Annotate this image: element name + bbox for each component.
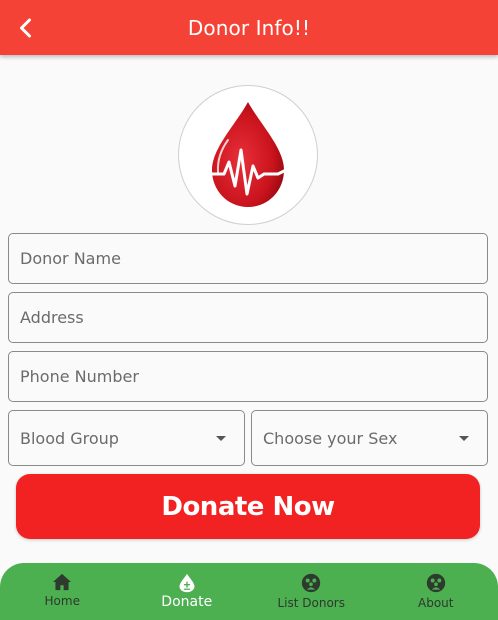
blood-group-label: Blood Group	[20, 428, 119, 448]
app-logo	[178, 85, 318, 225]
nav-label-donate: Donate	[161, 594, 213, 610]
nav-label-about: About	[418, 596, 454, 610]
home-icon	[53, 573, 72, 591]
nav-item-donate[interactable]: Donate	[125, 563, 250, 620]
blood-drop-icon	[179, 573, 195, 593]
phone-number-input[interactable]	[20, 367, 487, 386]
nav-item-about[interactable]: About	[374, 563, 498, 620]
bottom-nav: Home Donate List Donors About	[0, 563, 498, 620]
address-field[interactable]	[8, 292, 488, 343]
donate-now-button[interactable]: Donate Now	[16, 474, 480, 539]
sex-label: Choose your Sex	[263, 428, 398, 448]
nav-label-list-donors: List Donors	[277, 596, 345, 610]
donor-name-input[interactable]	[20, 249, 487, 268]
page-title: Donor Info!!	[187, 15, 311, 40]
nav-item-list-donors[interactable]: List Donors	[249, 563, 374, 620]
blood-drop-heartbeat-icon	[208, 102, 288, 207]
app-bar: Donor Info!!	[0, 0, 498, 55]
group-icon	[426, 573, 445, 593]
phone-number-field[interactable]	[8, 351, 488, 402]
blood-group-dropdown[interactable]: Blood Group	[8, 410, 245, 466]
nav-label-home: Home	[44, 594, 80, 608]
dropdown-arrow-icon	[216, 436, 226, 441]
group-icon	[302, 573, 321, 593]
chevron-left-icon	[20, 18, 31, 38]
nav-item-home[interactable]: Home	[0, 563, 125, 620]
donor-name-field[interactable]	[8, 233, 488, 284]
donate-now-label: Donate Now	[161, 491, 335, 522]
sex-dropdown[interactable]: Choose your Sex	[251, 410, 488, 466]
dropdown-arrow-icon	[459, 436, 469, 441]
back-button[interactable]	[6, 8, 46, 48]
address-input[interactable]	[20, 308, 487, 327]
